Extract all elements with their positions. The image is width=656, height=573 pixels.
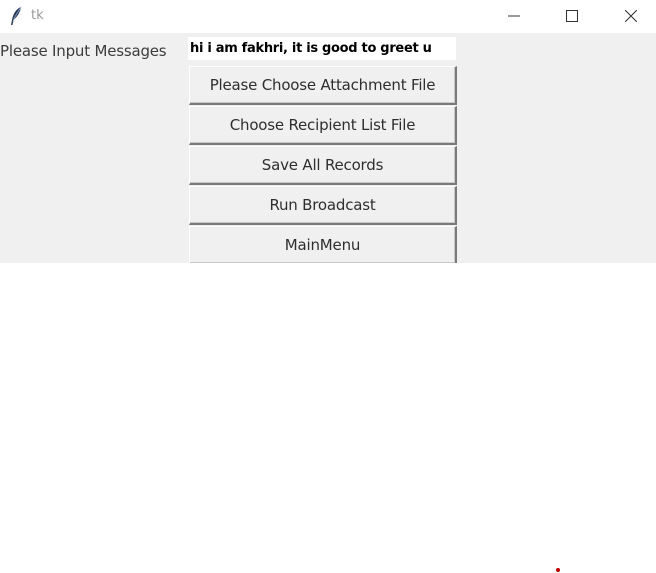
- window-titlebar[interactable]: tk: [0, 0, 656, 33]
- close-icon: [624, 7, 638, 26]
- run-broadcast-button[interactable]: Run Broadcast: [189, 186, 457, 225]
- minimize-icon: [508, 7, 520, 26]
- maximize-button[interactable]: [549, 0, 595, 32]
- main-panel: Please Input Messages Please Choose Atta…: [0, 33, 656, 263]
- main-menu-button[interactable]: MainMenu: [189, 226, 457, 263]
- choose-recipient-list-button[interactable]: Choose Recipient List File: [189, 106, 457, 145]
- message-input[interactable]: [188, 37, 456, 60]
- maximize-icon: [566, 7, 578, 26]
- message-label: Please Input Messages: [0, 42, 167, 60]
- feather-icon: [9, 6, 23, 26]
- choose-attachment-button[interactable]: Please Choose Attachment File: [189, 66, 457, 105]
- close-button[interactable]: [608, 0, 654, 32]
- save-records-button[interactable]: Save All Records: [189, 146, 457, 185]
- window-title: tk: [31, 8, 44, 23]
- red-dot: [556, 568, 560, 572]
- minimize-button[interactable]: [491, 0, 537, 32]
